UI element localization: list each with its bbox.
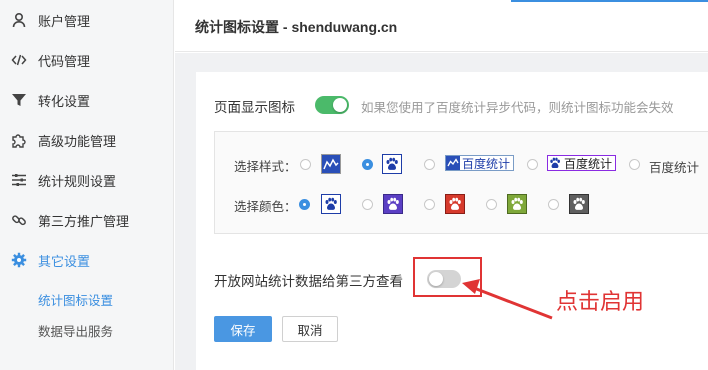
paw-icon bbox=[548, 156, 562, 170]
sliders-icon bbox=[10, 171, 28, 189]
color-radio-purple[interactable] bbox=[362, 199, 373, 210]
paw-icon bbox=[382, 154, 402, 174]
style-bar-icon bbox=[321, 154, 341, 174]
style-text-only: 百度统计 bbox=[649, 161, 700, 175]
sidebar-item-label: 其它设置 bbox=[38, 253, 91, 269]
page-title: 统计图标设置 - shenduwang.cn bbox=[195, 19, 398, 35]
style-radio-1[interactable] bbox=[300, 159, 311, 170]
style-radio-2[interactable] bbox=[362, 159, 373, 170]
sidebar-item-label: 第三方推广管理 bbox=[38, 213, 130, 229]
style-badge-paw: 百度统计 bbox=[547, 155, 617, 171]
code-icon bbox=[10, 51, 28, 69]
chart-icon bbox=[446, 156, 460, 170]
show-icon-label: 页面显示图标 bbox=[214, 100, 295, 115]
user-icon bbox=[10, 11, 28, 29]
header-accent-line bbox=[511, 0, 708, 2]
paw-icon bbox=[507, 194, 527, 214]
style-radio-3[interactable] bbox=[424, 159, 435, 170]
sidebar-item-label: 高级功能管理 bbox=[38, 133, 117, 149]
annotation-text: 点击启用 bbox=[556, 290, 645, 315]
hint-text: 如果您使用了百度统计异步代码，则统计图标功能会失效 bbox=[361, 101, 674, 115]
style-badge-chart: 百度统计 bbox=[445, 155, 515, 171]
sidebar-subitem-data-export[interactable]: 数据导出服务 bbox=[38, 321, 113, 340]
sidebar-item-label: 统计规则设置 bbox=[38, 173, 117, 189]
share-data-toggle[interactable] bbox=[427, 270, 461, 288]
sidebar-item-account[interactable]: 账户管理 bbox=[0, 0, 173, 40]
color-radio-gray[interactable] bbox=[548, 199, 559, 210]
sidebar-item-code[interactable]: 代码管理 bbox=[0, 40, 173, 80]
sidebar-item-third-party[interactable]: 第三方推广管理 bbox=[0, 200, 173, 240]
color-radio-red[interactable] bbox=[424, 199, 435, 210]
paw-icon bbox=[321, 194, 341, 214]
paw-icon bbox=[569, 194, 589, 214]
sidebar-item-other-settings[interactable]: 其它设置 bbox=[0, 240, 173, 280]
sidebar-item-label: 转化设置 bbox=[38, 93, 91, 109]
color-radio-blue[interactable] bbox=[299, 199, 310, 210]
sidebar-item-conversion[interactable]: 转化设置 bbox=[0, 80, 173, 120]
style-options-panel bbox=[214, 131, 708, 234]
sidebar-subitem-icon-settings[interactable]: 统计图标设置 bbox=[38, 290, 113, 309]
paw-icon bbox=[445, 194, 465, 214]
color-radio-green[interactable] bbox=[486, 199, 497, 210]
link-icon bbox=[10, 211, 28, 229]
sidebar-item-label: 账户管理 bbox=[38, 13, 91, 29]
header: 统计图标设置 - shenduwang.cn bbox=[175, 0, 708, 52]
toggle-knob bbox=[333, 98, 347, 112]
style-label: 选择样式： bbox=[234, 160, 297, 174]
gear-icon bbox=[10, 251, 28, 269]
cancel-button[interactable]: 取消 bbox=[282, 316, 338, 342]
sidebar-item-advanced[interactable]: 高级功能管理 bbox=[0, 120, 173, 160]
color-label: 选择颜色： bbox=[234, 200, 297, 214]
sidebar-item-rules[interactable]: 统计规则设置 bbox=[0, 160, 173, 200]
style-radio-4[interactable] bbox=[527, 159, 538, 170]
style-radio-5[interactable] bbox=[629, 159, 640, 170]
save-button[interactable]: 保存 bbox=[214, 316, 272, 342]
share-data-label: 开放网站统计数据给第三方查看 bbox=[214, 274, 403, 289]
show-icon-toggle[interactable] bbox=[315, 96, 349, 114]
badge-label: 百度统计 bbox=[462, 156, 511, 171]
sidebar-item-label: 代码管理 bbox=[38, 53, 91, 69]
funnel-icon bbox=[10, 91, 28, 109]
toggle-knob bbox=[429, 272, 443, 286]
sidebar: 账户管理 代码管理 转化设置 高级功能管理 统计规则设置 第三方推广管理 其它设… bbox=[0, 0, 174, 370]
puzzle-icon bbox=[10, 131, 28, 149]
badge-label: 百度统计 bbox=[564, 156, 613, 171]
paw-icon bbox=[383, 194, 403, 214]
